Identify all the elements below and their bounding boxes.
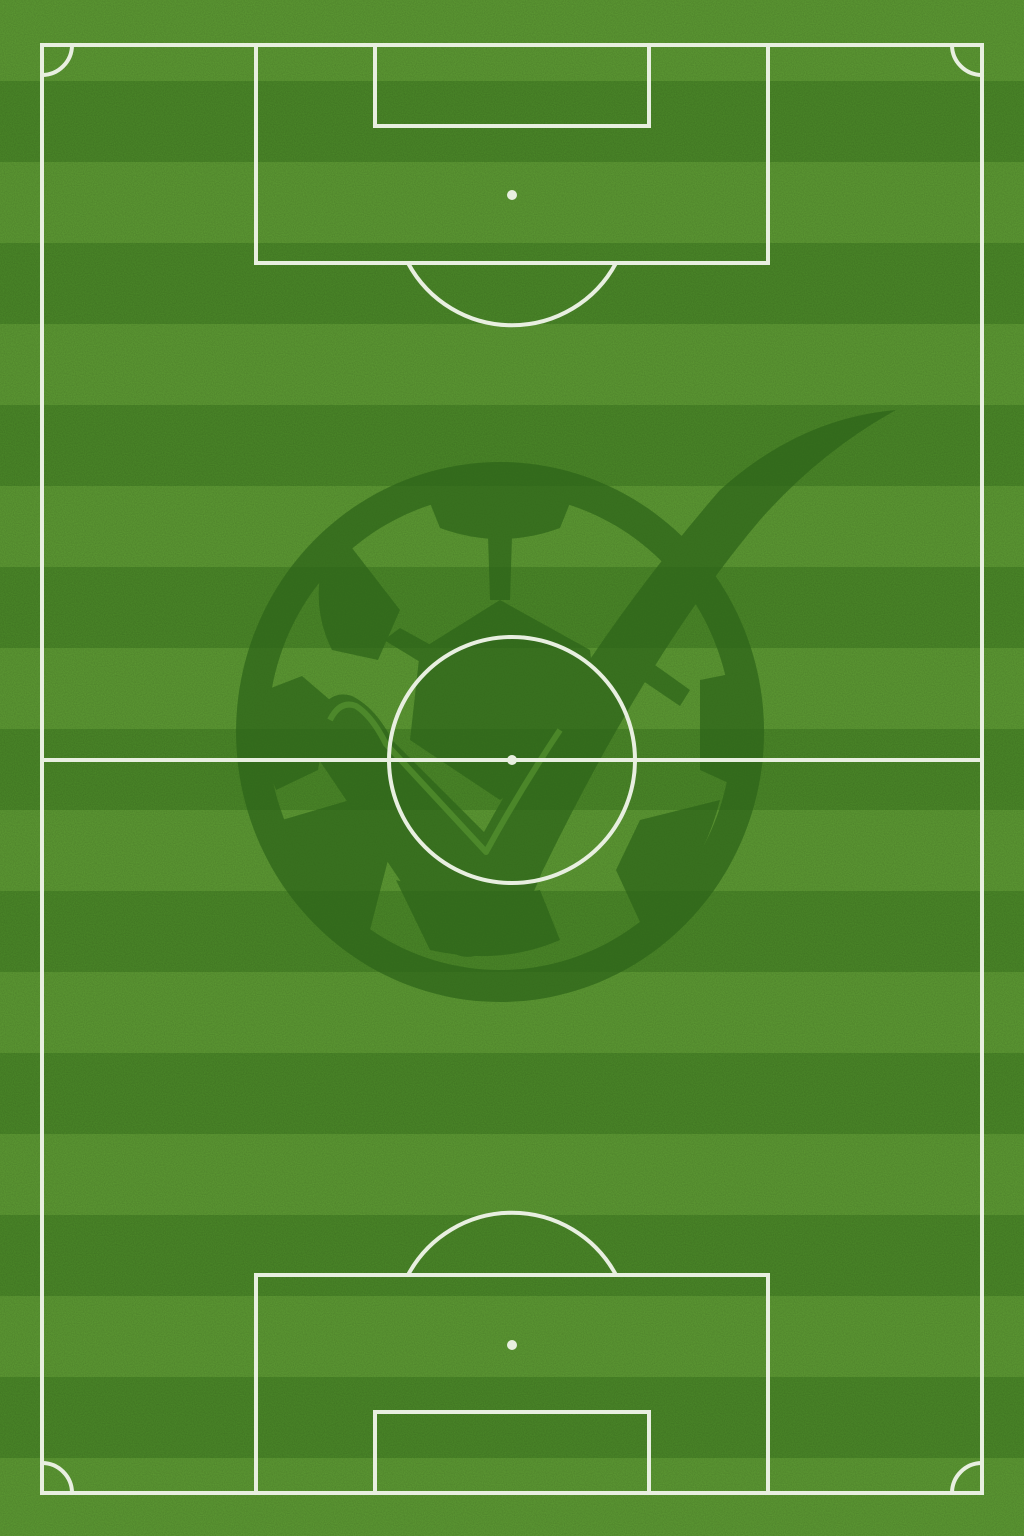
pitch-canvas [0, 0, 1024, 1536]
top-penalty-spot [507, 190, 517, 200]
center-spot [507, 755, 517, 765]
bottom-penalty-spot [507, 1340, 517, 1350]
ball-right-patch [700, 672, 752, 790]
ball-seam-top [488, 536, 512, 600]
ball-top-pentagon [428, 484, 572, 539]
soccer-pitch [0, 0, 1024, 1536]
